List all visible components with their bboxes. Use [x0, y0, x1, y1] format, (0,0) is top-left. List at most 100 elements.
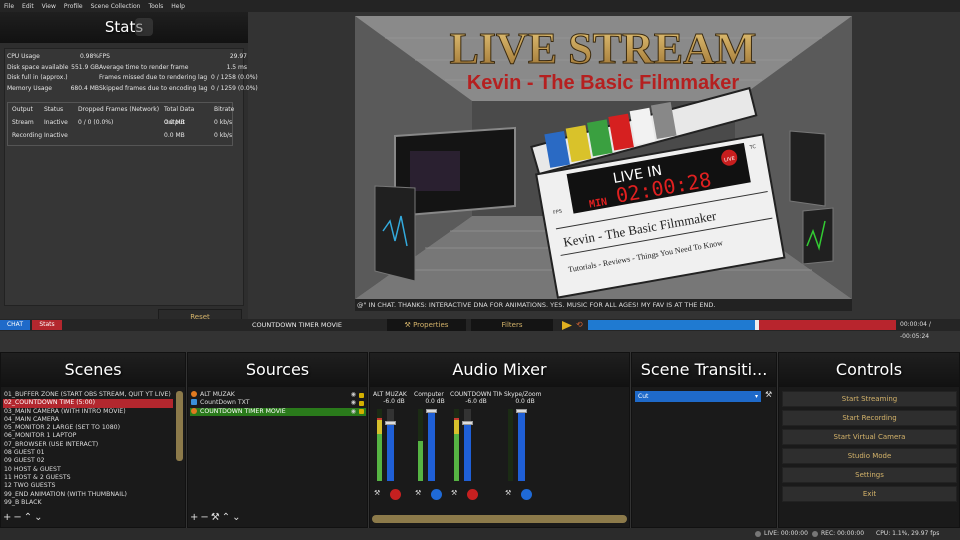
- transitions-title: Scene Transiti...: [632, 353, 776, 387]
- remove-icon[interactable]: −: [13, 512, 23, 523]
- settings-button[interactable]: Settings: [782, 467, 957, 483]
- move-down-icon[interactable]: ⌄: [232, 512, 242, 523]
- meter-green: [377, 434, 382, 481]
- start-virtual-camera-button[interactable]: Start Virtual Camera: [782, 429, 957, 445]
- eye-icon[interactable]: ◉: [351, 391, 356, 399]
- output-cell: 0 kb/s: [214, 119, 233, 126]
- volume-handle[interactable]: [426, 409, 437, 414]
- scenes-scrollbar[interactable]: [176, 391, 183, 461]
- audio-monitor-knob[interactable]: [467, 489, 478, 500]
- menu-file[interactable]: File: [4, 3, 14, 10]
- menu-tools[interactable]: Tools: [148, 3, 163, 10]
- lock-icon[interactable]: [359, 400, 364, 406]
- controls-dock: Controls Start Streaming Start Recording…: [778, 352, 960, 528]
- stats-cell: Frames missed due to rendering lag: [99, 74, 208, 81]
- add-icon[interactable]: +: [3, 512, 13, 523]
- scene-item[interactable]: 07_BROWSER (USE INTERACT): [3, 441, 173, 449]
- status-bar: LIVE: 00:00:00 REC: 00:00:00 CPU: 1.1%, …: [0, 528, 960, 540]
- live-status: LIVE: 00:00:00: [755, 528, 808, 540]
- source-type-icon: [191, 399, 197, 406]
- stats-cell: 0 / 1259 (0.0%): [211, 84, 258, 92]
- scene-item[interactable]: 03_MAIN CAMERA (WITH INTRO MOVIE): [3, 408, 173, 416]
- scene-item[interactable]: 10 HOST & GUEST: [3, 466, 173, 474]
- mixer-settings-icon[interactable]: ⚒: [374, 489, 380, 497]
- scene-item[interactable]: 06_MONITOR 1 LAPTOP: [3, 432, 173, 440]
- menu-profile[interactable]: Profile: [64, 3, 83, 10]
- source-item[interactable]: COUNTDOWN TIMER MOVIE ◉: [190, 407, 366, 416]
- filters-button[interactable]: Filters: [471, 319, 553, 331]
- meter-green: [418, 441, 423, 481]
- remove-icon[interactable]: −: [200, 512, 210, 523]
- source-type-icon: [191, 407, 197, 414]
- audio-monitor-knob[interactable]: [390, 489, 401, 500]
- mixer-settings-icon[interactable]: ⚒: [415, 489, 421, 497]
- scene-item[interactable]: 11 HOST & 2 GUESTS: [3, 474, 173, 482]
- mixer-settings-icon[interactable]: ⚒: [505, 489, 511, 497]
- stats-dock: Stats CPU Usage 0.98% FPS 29.97 Disk space a…: [0, 12, 258, 326]
- menu-view[interactable]: View: [42, 3, 56, 10]
- eye-icon[interactable]: ◉: [351, 408, 356, 416]
- scene-item[interactable]: 02_COUNTDOWN TIME (5:00): [3, 399, 173, 408]
- level-meter: [508, 409, 513, 481]
- lock-icon[interactable]: [359, 392, 364, 398]
- eye-icon[interactable]: ◉: [351, 399, 356, 407]
- tab-chat[interactable]: CHAT: [0, 320, 30, 330]
- tab-stats[interactable]: Stats: [32, 320, 62, 330]
- stats-cell: Memory Usage: [7, 84, 53, 92]
- scene-item[interactable]: 09 GUEST 02: [3, 457, 173, 465]
- audio-monitor-knob[interactable]: [521, 489, 532, 500]
- source-settings-icon[interactable]: ⚒: [211, 512, 222, 523]
- scene-item[interactable]: 04_MAIN CAMERA: [3, 416, 173, 424]
- properties-button[interactable]: ⚒ Properties: [387, 319, 466, 331]
- mixer-scrollbar[interactable]: [372, 515, 627, 523]
- mixer-title: Audio Mixer: [370, 353, 629, 387]
- play-icon[interactable]: [562, 321, 572, 330]
- transition-select[interactable]: Cut ▾: [635, 391, 761, 402]
- source-item[interactable]: ALT MUZAK ◉: [190, 391, 366, 399]
- volume-slider[interactable]: [516, 409, 527, 481]
- scene-item[interactable]: 05_MONITOR 2 LARGE (SET TO 1080): [3, 424, 173, 432]
- scene-item[interactable]: 99_B BLACK: [3, 499, 173, 507]
- sources-dock: Sources ALT MUZAK ◉ CountDown TXT ◉ COUNTDOW…: [187, 352, 368, 528]
- scene-item[interactable]: 01_BUFFER ZONE (START OBS STREAM, QUIT Y…: [3, 391, 173, 399]
- stats-cell: 29.97: [229, 53, 247, 60]
- media-seek-bar[interactable]: [588, 320, 896, 330]
- scene-item[interactable]: 99_END ANIMATION (WITH THUMBNAIL): [3, 491, 173, 499]
- lock-icon[interactable]: [359, 409, 364, 415]
- volume-slider[interactable]: [462, 409, 473, 481]
- exit-button[interactable]: Exit: [782, 486, 957, 502]
- context-bar: CHAT Stats COUNTDOWN TIMER MOVIE ⚒ Prope…: [0, 319, 960, 340]
- seek-progress: [588, 320, 758, 330]
- source-item[interactable]: CountDown TXT ◉: [190, 399, 366, 407]
- output-row: Stream Inactive 0 / 0 (0.0%) 0.0 MB 0 kb/s: [8, 116, 232, 129]
- audio-monitor-knob[interactable]: [431, 489, 442, 500]
- source-item-label: COUNTDOWN TIMER MOVIE: [200, 407, 286, 415]
- menu-scene-collection[interactable]: Scene Collection: [91, 3, 141, 10]
- seek-handle[interactable]: [755, 320, 760, 330]
- volume-handle[interactable]: [516, 409, 527, 414]
- banner-subtitle: Kevin - The Basic Filmmaker: [467, 72, 740, 94]
- move-up-icon[interactable]: ⌃: [222, 512, 232, 523]
- output-table-body: Stream Inactive 0 / 0 (0.0%) 0.0 MB 0 kb/s Re…: [8, 116, 232, 142]
- move-up-icon[interactable]: ⌃: [24, 512, 34, 523]
- volume-slider[interactable]: [426, 409, 437, 481]
- move-down-icon[interactable]: ⌄: [34, 512, 44, 523]
- studio-mode-button[interactable]: Studio Mode: [782, 448, 957, 464]
- start-recording-button[interactable]: Start Recording: [782, 410, 957, 426]
- add-icon[interactable]: +: [190, 512, 200, 523]
- menu-help[interactable]: Help: [171, 3, 185, 10]
- mixer-settings-icon[interactable]: ⚒: [451, 489, 457, 497]
- scene-item[interactable]: 08 GUEST 01: [3, 449, 173, 457]
- volume-handle[interactable]: [385, 421, 396, 426]
- chevron-down-icon: ▾: [754, 393, 758, 400]
- volume-handle[interactable]: [462, 421, 473, 426]
- menu-edit[interactable]: Edit: [22, 3, 34, 10]
- restart-icon[interactable]: ⟲: [576, 320, 583, 330]
- preview-canvas[interactable]: LIVE STREAM Kevin - The Basic Filmmaker …: [355, 16, 852, 311]
- mixer-title-text: Audio Mixer: [452, 360, 547, 379]
- volume-slider[interactable]: [385, 409, 396, 481]
- transition-settings-icon[interactable]: ⚒: [765, 390, 772, 399]
- start-streaming-button[interactable]: Start Streaming: [782, 391, 957, 407]
- cpu-status: CPU: 1.1%, 29.97 fps: [876, 530, 940, 537]
- scene-item[interactable]: 12 TWO GUESTS: [3, 482, 173, 490]
